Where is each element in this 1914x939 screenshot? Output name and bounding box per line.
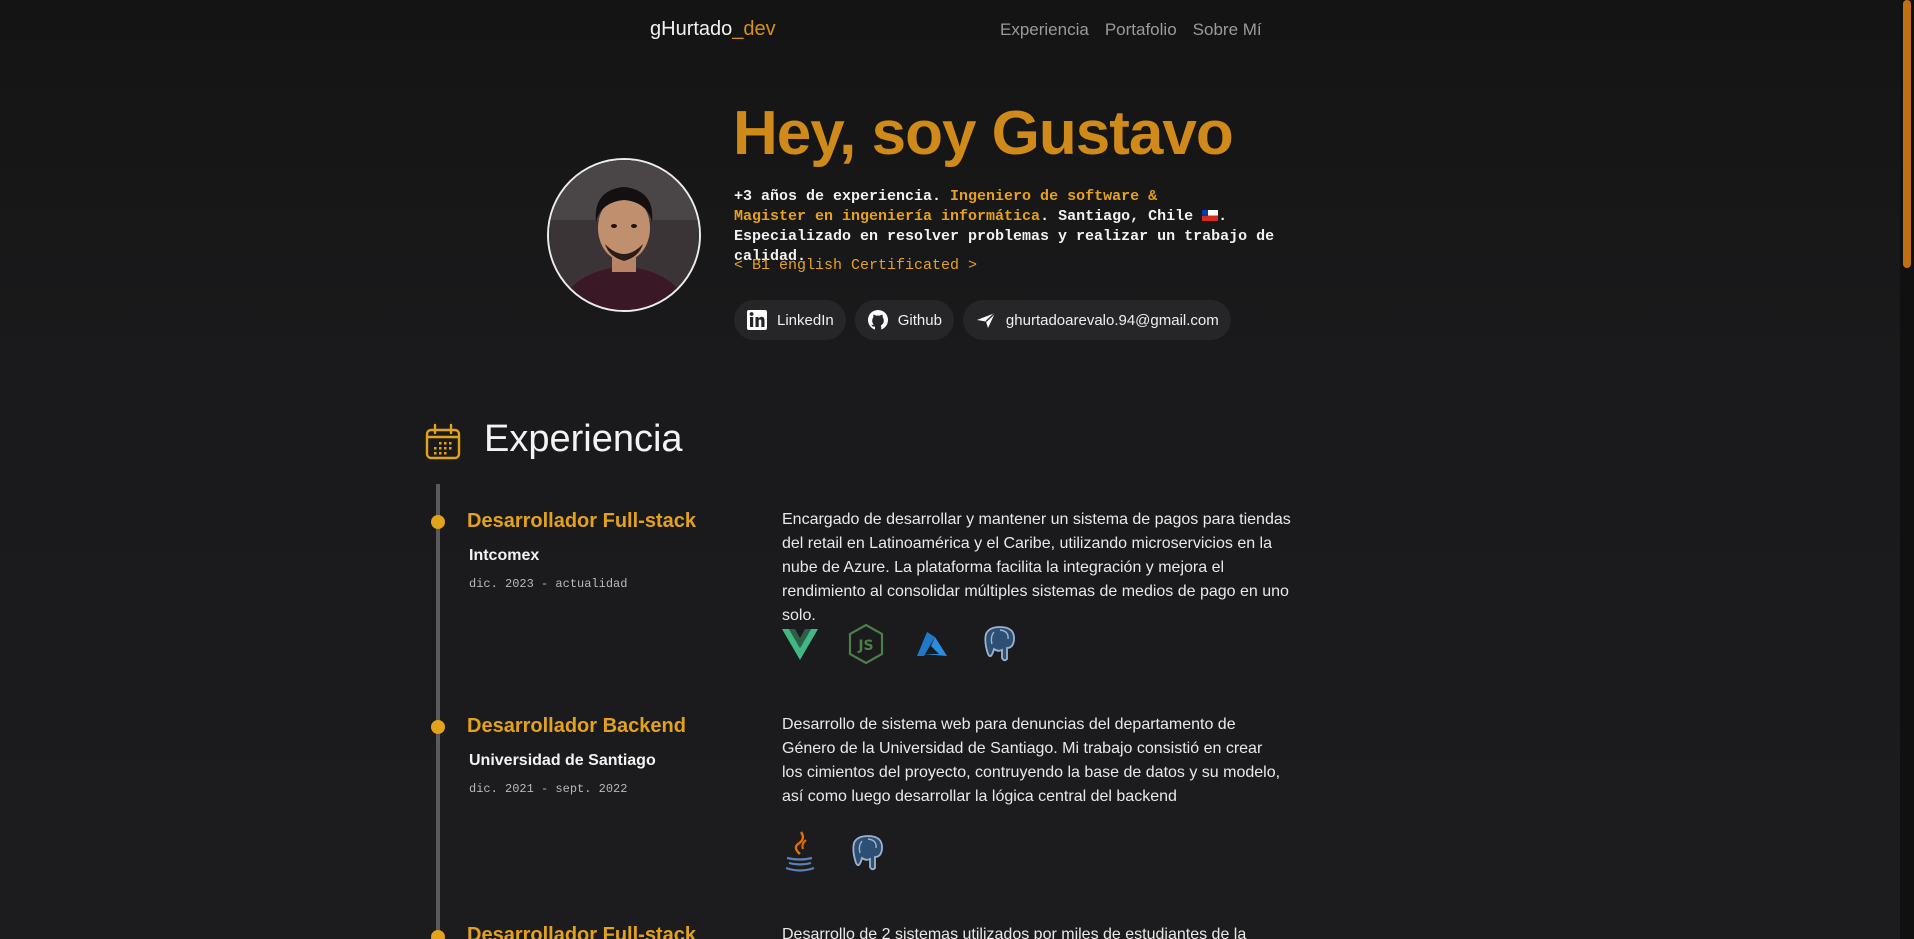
email-label: ghurtadoarevalo.94@gmail.com (1005, 311, 1219, 329)
hero-description: +3 años de experiencia. Ingeniero de sof… (734, 187, 1354, 267)
vue-icon (782, 629, 818, 660)
scrollbar-thumb[interactable] (1903, 0, 1911, 268)
calendar-icon (425, 423, 461, 460)
nav-experiencia[interactable]: Experiencia (1000, 20, 1089, 40)
chile-flag-icon (1202, 210, 1219, 221)
linkedin-icon (747, 310, 767, 330)
send-icon (976, 312, 996, 328)
hero-title: Hey, soy Gustavo (733, 99, 1234, 168)
english-certificate: < B1 english Certificated > (734, 257, 978, 274)
svg-text:JS: JS (857, 638, 873, 654)
job-role: Desarrollador Full-stack (467, 924, 696, 939)
job-role: Desarrollador Backend (467, 715, 686, 737)
job-company: Universidad de Santiago (469, 752, 656, 769)
main-nav: Experiencia Portafolio Sobre Mí (1000, 20, 1262, 40)
hero-line2-end: . (1218, 208, 1228, 225)
hero-line2-highlight: Magister en ingeniería informática (734, 208, 1041, 225)
java-icon (785, 831, 815, 872)
linkedin-label: LinkedIn (777, 311, 834, 329)
hero-line2-plain: . Santiago, Chile (1040, 208, 1203, 225)
experience-title: Experiencia (484, 418, 683, 460)
github-button[interactable]: Github (854, 300, 954, 340)
linkedin-button[interactable]: LinkedIn (734, 300, 846, 340)
timeline-line (436, 484, 440, 939)
page: gHurtado_dev Experiencia Portafolio Sobr… (0, 0, 1914, 939)
timeline-dot (431, 720, 445, 734)
profile-photo (549, 160, 699, 310)
github-label: Github (897, 311, 942, 329)
hero-line1-plain: +3 años de experiencia. (734, 188, 951, 205)
nodejs-icon: JS (848, 624, 884, 664)
hero-line1-highlight: Ingeniero de software & (950, 188, 1158, 205)
postgresql-icon (984, 626, 1015, 662)
job-dates: dic. 2023 - actualidad (469, 577, 628, 591)
brand-logo[interactable]: gHurtado_dev (650, 18, 776, 41)
job-description: Desarrollo de 2 sistemas utilizados por … (782, 926, 1247, 939)
azure-icon (917, 632, 947, 656)
job-description: Desarrollo de sistema web para denuncias… (782, 716, 1281, 805)
email-button[interactable]: ghurtadoarevalo.94@gmail.com (962, 300, 1231, 340)
social-links: LinkedIn Github ghurtadoarevalo.94@gmail… (734, 300, 1231, 340)
timeline-dot (431, 930, 445, 939)
avatar (547, 158, 701, 312)
nav-sobre-mi[interactable]: Sobre Mí (1193, 20, 1262, 40)
brand-main: gHurtado (650, 18, 733, 40)
nav-portafolio[interactable]: Portafolio (1105, 20, 1177, 40)
github-icon (867, 310, 888, 330)
job-description: Encargado de desarrollar y mantener un s… (782, 511, 1291, 624)
job-tech-stack: JS (782, 624, 1020, 664)
job-tech-stack (782, 830, 888, 876)
top-navbar: gHurtado_dev Experiencia Portafolio Sobr… (0, 0, 1900, 62)
job-role: Desarrollador Full-stack (467, 510, 696, 532)
timeline-dot (431, 515, 445, 529)
brand-accent: _dev (732, 18, 776, 40)
postgresql-icon (852, 835, 883, 871)
job-company: Intcomex (469, 547, 540, 564)
job-dates: dic. 2021 - sept. 2022 (469, 782, 628, 796)
